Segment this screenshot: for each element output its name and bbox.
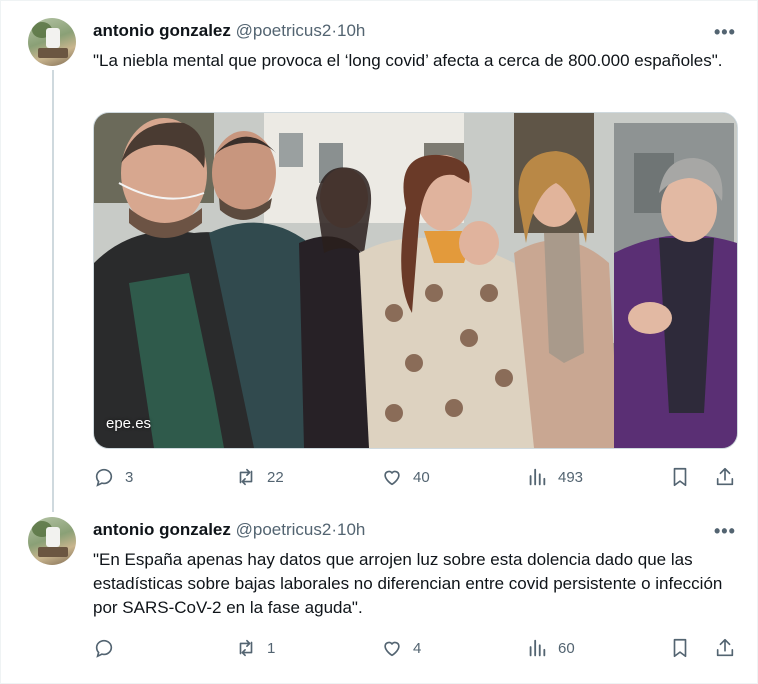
timestamp[interactable]: 10h bbox=[337, 21, 365, 40]
like-button[interactable]: 4 bbox=[381, 636, 421, 660]
share-button[interactable] bbox=[714, 636, 736, 660]
like-count: 4 bbox=[413, 639, 422, 657]
avatar[interactable] bbox=[28, 517, 76, 565]
heart-icon bbox=[384, 641, 400, 657]
share-icon bbox=[716, 467, 734, 486]
more-options-icon[interactable]: ••• bbox=[714, 22, 736, 43]
heart-icon bbox=[384, 470, 400, 486]
retweet-button[interactable]: 1 bbox=[235, 636, 275, 660]
views-button[interactable]: 493 bbox=[526, 465, 583, 489]
tweet-header: antonio gonzalez @poetricus2·10h bbox=[93, 520, 365, 540]
views-count: 60 bbox=[558, 639, 575, 657]
retweet-count: 22 bbox=[267, 468, 284, 486]
tweet-actions: 1 4 60 bbox=[93, 636, 743, 660]
tweet-text: "La niebla mental que provoca el ‘long c… bbox=[93, 51, 723, 70]
bookmark-button[interactable] bbox=[669, 465, 691, 489]
reply-icon bbox=[95, 639, 113, 658]
timestamp[interactable]: 10h bbox=[337, 520, 365, 539]
like-button[interactable]: 40 bbox=[381, 465, 430, 489]
tweet-header: antonio gonzalez @poetricus2·10h bbox=[93, 21, 365, 41]
avatar[interactable] bbox=[28, 18, 76, 66]
views-chart-icon bbox=[529, 468, 546, 486]
reply-count: 3 bbox=[125, 468, 134, 486]
reply-button[interactable] bbox=[93, 636, 125, 660]
news-photo bbox=[94, 113, 737, 448]
bookmark-icon bbox=[673, 467, 687, 487]
bookmark-icon bbox=[673, 638, 687, 658]
tweet-text: "En España apenas hay datos que arrojen … bbox=[93, 550, 723, 617]
retweet-button[interactable]: 22 bbox=[235, 465, 284, 489]
retweet-icon bbox=[239, 468, 253, 486]
author-name[interactable]: antonio gonzalez bbox=[93, 520, 231, 539]
like-count: 40 bbox=[413, 468, 430, 486]
author-name[interactable]: antonio gonzalez bbox=[93, 21, 231, 40]
retweet-icon bbox=[239, 639, 253, 657]
share-button[interactable] bbox=[714, 465, 736, 489]
author-handle[interactable]: @poetricus2 bbox=[236, 520, 332, 539]
more-options-icon[interactable]: ••• bbox=[714, 521, 736, 542]
tweet-1[interactable]: antonio gonzalez @poetricus2·10h ••• "La… bbox=[0, 0, 758, 512]
tweet-actions: 3 22 40 493 bbox=[93, 465, 743, 489]
author-handle[interactable]: @poetricus2 bbox=[236, 21, 332, 40]
views-count: 493 bbox=[558, 468, 584, 486]
tweet-2[interactable]: antonio gonzalez @poetricus2·10h ••• "En… bbox=[0, 510, 758, 682]
reply-button[interactable]: 3 bbox=[93, 465, 133, 489]
media-source-label: epe.es bbox=[106, 415, 152, 432]
tweet-media[interactable]: epe.es bbox=[93, 112, 738, 449]
views-chart-icon bbox=[529, 639, 546, 657]
views-button[interactable]: 60 bbox=[526, 636, 575, 660]
reply-icon bbox=[95, 468, 113, 487]
retweet-count: 1 bbox=[267, 639, 276, 657]
bookmark-button[interactable] bbox=[669, 636, 691, 660]
share-icon bbox=[716, 638, 734, 657]
thread-line bbox=[52, 70, 54, 512]
